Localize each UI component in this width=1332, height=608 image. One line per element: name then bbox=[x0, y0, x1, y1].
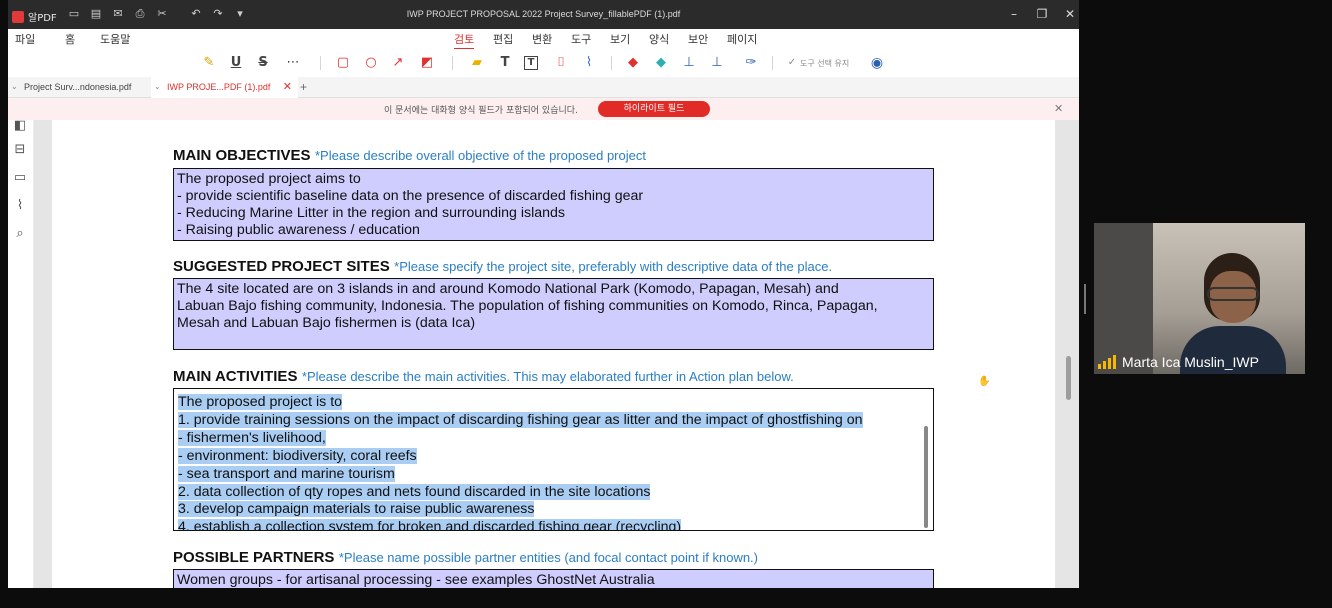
eraser-icon[interactable]: ◆ bbox=[624, 54, 642, 72]
doc-tab-label: IWP PROJE...PDF (1).pdf bbox=[167, 82, 271, 92]
bookmark-icon[interactable]: ⊟ bbox=[12, 142, 28, 158]
attachment-icon[interactable]: ⌇ bbox=[12, 198, 28, 214]
stamp-icon[interactable]: ⊥ bbox=[680, 54, 698, 72]
activities-field-scrollbar[interactable] bbox=[924, 426, 928, 528]
ribbon-tab-convert[interactable]: 변환 bbox=[532, 31, 552, 47]
toolbar-separator bbox=[611, 56, 612, 70]
ribbon-tab-review[interactable]: 검토 bbox=[454, 31, 475, 50]
ribbon-tab-edit[interactable]: 편집 bbox=[493, 31, 513, 47]
ribbon-tab-view[interactable]: 보기 bbox=[610, 31, 630, 47]
sign-icon[interactable]: ✑ bbox=[742, 54, 760, 72]
doc-tab-label: Project Surv...ndonesia.pdf bbox=[24, 82, 132, 92]
search-icon[interactable]: ⌕ bbox=[12, 226, 28, 242]
section-heading-objectives: MAIN OBJECTIVES *Please describe overall… bbox=[173, 147, 646, 164]
keep-tool-label[interactable]: 도구 선택 유지 bbox=[800, 58, 849, 69]
participant-name: Marta Ica Muslin_IWP bbox=[1122, 354, 1259, 370]
ellipse-icon[interactable]: ○ bbox=[362, 54, 380, 72]
check-icon[interactable]: ✓ bbox=[783, 54, 801, 72]
toolbar-separator bbox=[452, 56, 453, 70]
form-fields-notice-bar: 이 문서에는 대화형 양식 필드가 포함되어 있습니다. 하이라이트 필드 ✕ bbox=[8, 98, 1079, 120]
document-viewer[interactable]: MAIN OBJECTIVES *Please describe overall… bbox=[34, 120, 1079, 588]
doc-tab-iwp-proposal[interactable]: ⌄ IWP PROJE...PDF (1).pdf ✕ bbox=[151, 77, 298, 98]
close-notice-icon[interactable]: ✕ bbox=[1054, 102, 1063, 115]
more-icon[interactable]: ⋯ bbox=[284, 54, 302, 72]
notice-message: 이 문서에는 대화형 양식 필드가 포함되어 있습니다. bbox=[384, 106, 578, 116]
pdf-app-window: 알PDF ▭ ▤ ✉ ⎙ ✂ ↶ ↷ ▾ IWP PROJECT PROPOSA… bbox=[8, 0, 1079, 588]
partners-field[interactable]: Women groups - for artisanal processing … bbox=[173, 569, 934, 588]
shape-icon[interactable]: ◩ bbox=[418, 54, 436, 72]
eraser-alt-icon[interactable]: ◆ bbox=[652, 54, 670, 72]
left-sidebar: ◧ ⊟ ▭ ⌇ ⌕ bbox=[8, 118, 34, 588]
project-sites-field[interactable]: The 4 site located are on 3 islands in a… bbox=[173, 278, 934, 350]
menu-home[interactable]: 홈 bbox=[65, 31, 75, 47]
hand-cursor-icon: ✋ bbox=[978, 376, 991, 387]
ribbon-tab-page[interactable]: 페이지 bbox=[727, 31, 757, 47]
attach-icon[interactable]: ⌇ bbox=[580, 54, 598, 72]
doc-tab-project-survey[interactable]: ⌄ Project Surv...ndonesia.pdf bbox=[8, 77, 150, 98]
participant-glasses bbox=[1207, 287, 1259, 301]
stamp-alt-icon[interactable]: ⊥ bbox=[708, 54, 726, 72]
participant-video[interactable]: Marta Ica Muslin_IWP bbox=[1094, 223, 1305, 374]
rectangle-icon[interactable]: ▢ bbox=[334, 54, 352, 72]
thumbnails-icon[interactable]: ◧ bbox=[12, 118, 28, 134]
underline-icon[interactable]: U bbox=[227, 54, 245, 72]
review-toolbar: ✎ U S ⋯ ▢ ○ ↗ ◩ ▰ T T ⌷ ⌇ ◆ ◆ ⊥ ⊥ ✑ ✓ 도구… bbox=[8, 49, 1079, 75]
highlight-fields-button[interactable]: 하이라이트 필드 bbox=[598, 101, 710, 117]
section-heading-sites: SUGGESTED PROJECT SITES *Please specify … bbox=[173, 258, 833, 275]
text-icon[interactable]: T bbox=[496, 54, 514, 72]
ribbon-tab-tools[interactable]: 도구 bbox=[571, 31, 591, 47]
comments-icon[interactable]: ▭ bbox=[12, 170, 28, 186]
ribbon-tab-form[interactable]: 양식 bbox=[649, 31, 669, 47]
pdf-page: MAIN OBJECTIVES *Please describe overall… bbox=[52, 120, 1055, 588]
eye-icon[interactable]: ◉ bbox=[868, 54, 886, 72]
chevron-down-icon: ⌄ bbox=[154, 82, 161, 91]
highlight-icon[interactable]: ✎ bbox=[200, 54, 218, 72]
arrow-icon[interactable]: ↗ bbox=[389, 54, 407, 72]
new-tab-icon[interactable]: + bbox=[300, 80, 307, 94]
section-heading-partners: POSSIBLE PARTNERS *Please name possible … bbox=[173, 549, 758, 566]
minimize-icon[interactable]: – bbox=[1004, 6, 1024, 22]
title-bar: 알PDF ▭ ▤ ✉ ⎙ ✂ ↶ ↷ ▾ IWP PROJECT PROPOSA… bbox=[8, 0, 1079, 29]
activities-field[interactable]: The proposed project is to 1. provide tr… bbox=[173, 388, 934, 531]
textbox-icon[interactable]: T bbox=[524, 56, 538, 70]
menu-file[interactable]: 파일 bbox=[15, 31, 35, 47]
close-tab-icon[interactable]: ✕ bbox=[283, 77, 292, 97]
toolbar-separator bbox=[320, 56, 321, 70]
note-icon[interactable]: ▰ bbox=[468, 54, 486, 72]
signal-strength-icon bbox=[1098, 355, 1116, 369]
document-scrollbar[interactable] bbox=[1066, 356, 1071, 400]
objectives-field[interactable]: The proposed project aims to - provide s… bbox=[173, 168, 934, 241]
section-heading-activities: MAIN ACTIVITIES *Please describe the mai… bbox=[173, 368, 794, 385]
document-tab-bar: ⌄ Project Surv...ndonesia.pdf ⌄ IWP PROJ… bbox=[8, 77, 1079, 98]
callout-icon[interactable]: ⌷ bbox=[552, 54, 570, 72]
chevron-down-icon: ⌄ bbox=[11, 82, 18, 91]
window-title: IWP PROJECT PROPOSAL 2022 Project Survey… bbox=[406, 9, 681, 19]
restore-icon[interactable]: ❐ bbox=[1032, 6, 1052, 22]
menu-help[interactable]: 도움말 bbox=[100, 31, 130, 47]
participant-nameplate: Marta Ica Muslin_IWP bbox=[1094, 350, 1259, 374]
menu-bar: 파일 홈 도움말 검토 편집 변환 도구 보기 양식 보안 페이지 bbox=[8, 29, 1079, 50]
ribbon-tab-security[interactable]: 보안 bbox=[688, 31, 708, 47]
close-window-icon[interactable]: ✕ bbox=[1060, 6, 1079, 22]
strikethrough-icon[interactable]: S bbox=[254, 54, 272, 72]
toolbar-separator bbox=[772, 56, 773, 70]
panel-divider-handle[interactable] bbox=[1084, 284, 1086, 314]
